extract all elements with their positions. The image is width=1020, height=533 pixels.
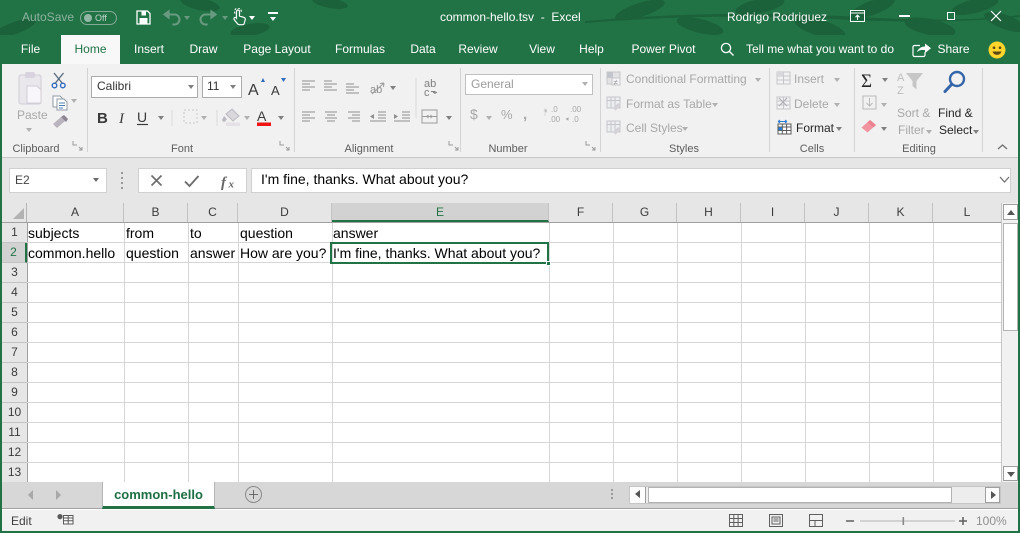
svg-text:f: f: [221, 175, 228, 191]
svg-text:.00: .00: [549, 115, 561, 124]
svg-text:c: c: [424, 87, 430, 99]
svg-text:A: A: [257, 108, 267, 124]
svg-text:I: I: [118, 111, 125, 127]
svg-text:.0: .0: [572, 115, 579, 124]
svg-text:≠: ≠: [614, 78, 619, 87]
svg-text:.0: .0: [551, 105, 558, 114]
svg-text:A: A: [271, 83, 280, 98]
svg-text:A: A: [897, 72, 905, 84]
svg-text:U: U: [137, 109, 147, 125]
svg-text:x: x: [228, 179, 235, 191]
svg-text:Z: Z: [897, 85, 904, 97]
svg-text:.00: .00: [570, 105, 582, 114]
svg-text:Σ: Σ: [861, 71, 872, 92]
svg-text:B: B: [97, 110, 108, 127]
svg-text:A: A: [248, 82, 259, 99]
